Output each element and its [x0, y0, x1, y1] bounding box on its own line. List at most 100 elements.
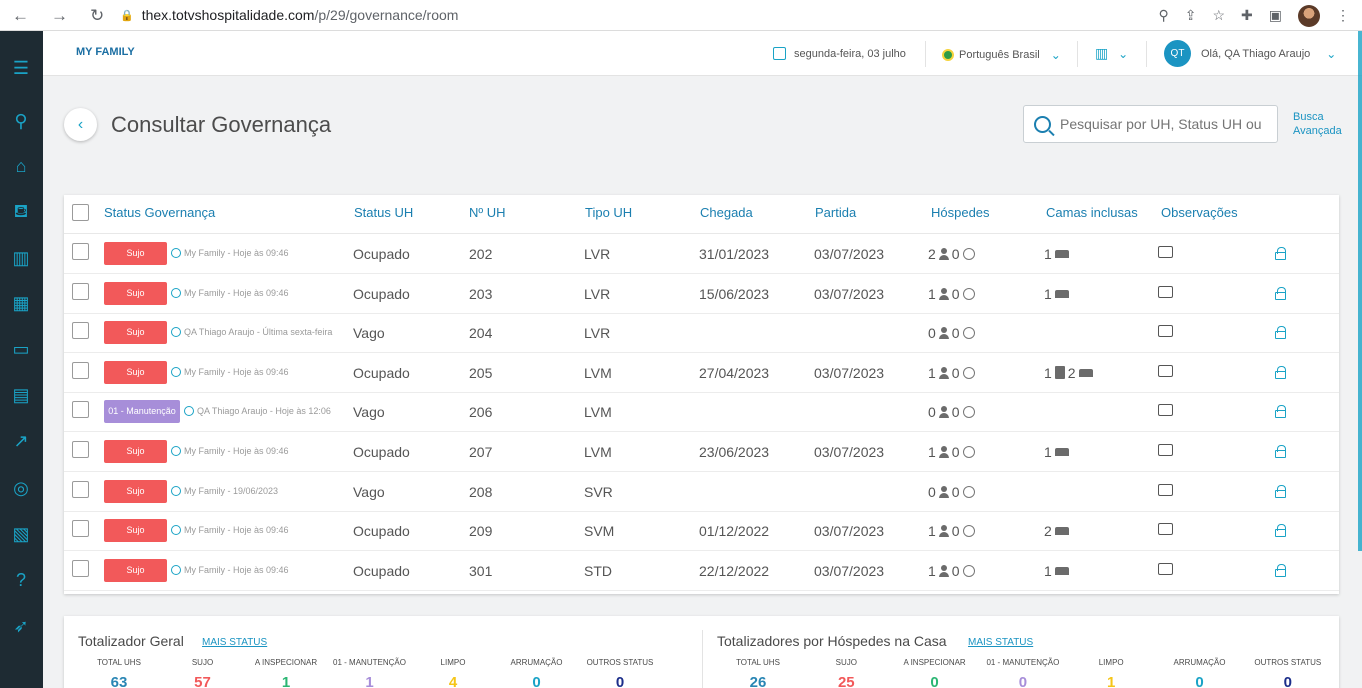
- search-icon[interactable]: ⚲: [10, 110, 32, 132]
- rocket-icon[interactable]: ➶: [10, 615, 32, 637]
- advanced-search-link[interactable]: Busca Avançada: [1293, 110, 1353, 138]
- row-checkbox[interactable]: [72, 282, 89, 300]
- lock-icon[interactable]: [1275, 286, 1286, 300]
- column-header[interactable]: Status Governança: [104, 205, 215, 220]
- observations-comment-icon[interactable]: [1158, 246, 1173, 258]
- calculator-icon[interactable]: ▦: [10, 292, 32, 314]
- table-row[interactable]: Sujo My Family - Hoje às 09:46 Ocupado 203 L…: [64, 274, 1339, 314]
- browser-menu-icon[interactable]: ⋮: [1336, 7, 1350, 24]
- table-row[interactable]: Sujo My Family - Hoje às 09:46 Ocupado 202 L…: [64, 234, 1339, 274]
- bed-icon[interactable]: ⛾: [10, 200, 32, 222]
- observations-comment-icon[interactable]: [1158, 364, 1173, 377]
- column-header[interactable]: Partida: [815, 205, 856, 220]
- uh-number-cell: 206: [469, 404, 493, 421]
- status-badge[interactable]: 01 - Manutenção: [104, 400, 180, 424]
- back-button[interactable]: ‹: [64, 108, 97, 141]
- stat-label: SUJO: [191, 658, 214, 667]
- bookmark-star-icon[interactable]: ☆: [1212, 7, 1225, 24]
- column-header[interactable]: Nº UH: [469, 205, 506, 220]
- observations-comment-icon[interactable]: [1158, 562, 1173, 575]
- document-icon[interactable]: ▤: [10, 384, 32, 406]
- extensions-puzzle-icon[interactable]: ✚: [1241, 7, 1253, 24]
- select-all-checkbox[interactable]: [72, 204, 89, 221]
- status-badge[interactable]: Sujo: [104, 242, 167, 265]
- uh-number-cell: 202: [469, 246, 493, 262]
- table-row[interactable]: Sujo QA Thiago Araujo - Última sexta-feir…: [64, 313, 1339, 354]
- lock-icon[interactable]: [1275, 405, 1286, 419]
- status-badge[interactable]: Sujo: [104, 479, 167, 503]
- row-checkbox[interactable]: [72, 401, 89, 419]
- zoom-icon[interactable]: ⚲: [1158, 7, 1168, 24]
- column-header[interactable]: Tipo UH: [585, 205, 632, 220]
- side-panel-icon[interactable]: ▣: [1269, 7, 1282, 24]
- lock-icon[interactable]: [1275, 524, 1286, 538]
- page-scrollbar[interactable]: [1358, 31, 1362, 551]
- lock-icon[interactable]: [1275, 326, 1286, 340]
- column-header[interactable]: Status UH: [354, 205, 413, 220]
- home-icon[interactable]: ⌂: [10, 155, 32, 177]
- row-checkbox[interactable]: [72, 361, 89, 379]
- housekeeping-bed-icon[interactable]: ▭: [10, 338, 32, 360]
- forward-arrow-icon[interactable]: →: [51, 7, 68, 24]
- observations-comment-icon[interactable]: [1158, 483, 1173, 496]
- language-selector[interactable]: Português Brasil ⌄: [942, 48, 1061, 62]
- status-badge[interactable]: Sujo: [104, 440, 167, 463]
- bed-icon: [1054, 448, 1069, 456]
- child-icon: [962, 248, 975, 260]
- brand-name[interactable]: MY FAMILY: [76, 46, 135, 58]
- back-arrow-icon[interactable]: ←: [12, 7, 29, 24]
- address-bar[interactable]: thex.totvshospitalidade.com/p/29/governa…: [142, 7, 459, 23]
- profile-avatar[interactable]: [1298, 4, 1320, 27]
- row-checkbox[interactable]: [72, 559, 89, 577]
- table-row[interactable]: Sujo My Family - 19/06/2023 Vago 208 SVR 0 0: [64, 472, 1339, 512]
- table-row[interactable]: Sujo My Family - Hoje às 09:46 Ocupado 301 S…: [64, 551, 1339, 591]
- row-checkbox[interactable]: [72, 480, 89, 498]
- search-box[interactable]: [1023, 105, 1278, 143]
- status-badge[interactable]: Sujo: [104, 281, 167, 305]
- observations-comment-icon[interactable]: [1158, 523, 1173, 536]
- column-header[interactable]: Hóspedes: [931, 205, 990, 220]
- column-header[interactable]: Chegada: [700, 205, 753, 220]
- row-checkbox[interactable]: [72, 441, 89, 458]
- guests-more-status-link[interactable]: MAIS STATUS: [968, 637, 1033, 648]
- uh-type-cell: LVR: [584, 246, 611, 262]
- observations-comment-icon[interactable]: [1158, 404, 1173, 417]
- status-badge[interactable]: Sujo: [104, 558, 167, 582]
- lock-icon[interactable]: [1275, 484, 1286, 498]
- report-icon[interactable]: ▧: [10, 523, 32, 545]
- share-icon[interactable]: ⇪: [1185, 7, 1197, 24]
- secure-lock-icon[interactable]: 🔒: [120, 9, 134, 22]
- column-header[interactable]: Camas inclusas: [1046, 205, 1138, 220]
- departure-cell: 03/07/2023: [814, 523, 885, 540]
- user-menu[interactable]: QT Olá, QA Thiago Araujo ⌄: [1164, 40, 1336, 67]
- table-row[interactable]: Sujo My Family - Hoje às 09:46 Ocupado 209 S…: [64, 511, 1339, 552]
- settings-circle-icon[interactable]: ◎: [10, 477, 32, 499]
- observations-comment-icon[interactable]: [1158, 444, 1173, 456]
- child-icon: [962, 446, 975, 458]
- trend-chart-icon[interactable]: ↗: [10, 430, 32, 452]
- luggage-icon[interactable]: ▥: [10, 247, 32, 269]
- status-badge[interactable]: Sujo: [104, 519, 167, 543]
- table-row[interactable]: Sujo My Family - Hoje às 09:46 Ocupado 207 L…: [64, 432, 1339, 472]
- menu-hamburger-icon[interactable]: ☰: [10, 57, 32, 79]
- lock-icon[interactable]: [1275, 563, 1286, 577]
- beds-cell: 1: [1044, 286, 1069, 302]
- help-icon[interactable]: ?: [10, 569, 32, 591]
- general-more-status-link[interactable]: MAIS STATUS: [202, 637, 267, 648]
- column-header[interactable]: Observações: [1161, 205, 1238, 220]
- lock-icon[interactable]: [1275, 365, 1286, 379]
- table-row[interactable]: 01 - Manutenção QA Thiago Araujo - Hoje à…: [64, 392, 1339, 433]
- row-checkbox[interactable]: [72, 243, 89, 260]
- lock-icon[interactable]: [1275, 445, 1286, 458]
- lock-icon[interactable]: [1275, 247, 1286, 260]
- table-row[interactable]: Sujo My Family - Hoje às 09:46 Ocupado 205 L…: [64, 353, 1339, 393]
- search-input[interactable]: [1060, 116, 1265, 132]
- status-badge[interactable]: Sujo: [104, 360, 167, 384]
- property-selector[interactable]: ▥ ⌄: [1095, 45, 1128, 62]
- row-checkbox[interactable]: [72, 520, 89, 538]
- observations-comment-icon[interactable]: [1158, 325, 1173, 338]
- reload-icon[interactable]: ↻: [90, 7, 104, 24]
- observations-comment-icon[interactable]: [1158, 285, 1173, 298]
- status-badge[interactable]: Sujo: [104, 321, 167, 345]
- row-checkbox[interactable]: [72, 322, 89, 340]
